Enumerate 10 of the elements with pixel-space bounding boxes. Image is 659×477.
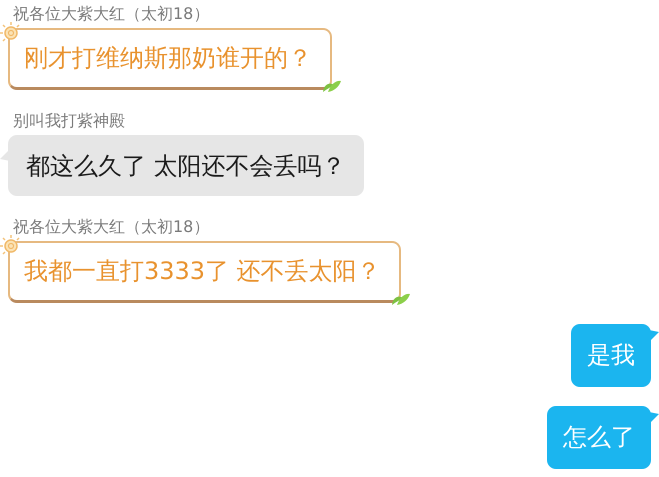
bubble-tail-icon: [0, 149, 10, 161]
sender-name: 祝各位大紫大红（太初18）: [13, 217, 210, 237]
sun-icon: [0, 22, 22, 44]
leaf-icon: [322, 79, 342, 93]
sun-icon: [0, 235, 22, 257]
bubble-tail-icon: [649, 412, 659, 424]
bubble-tail-icon: [649, 330, 659, 342]
leaf-icon: [390, 292, 411, 306]
sender-name: 祝各位大紫大红（太初18）: [13, 4, 210, 24]
sender-name: 别叫我打紫神殿: [13, 111, 126, 131]
